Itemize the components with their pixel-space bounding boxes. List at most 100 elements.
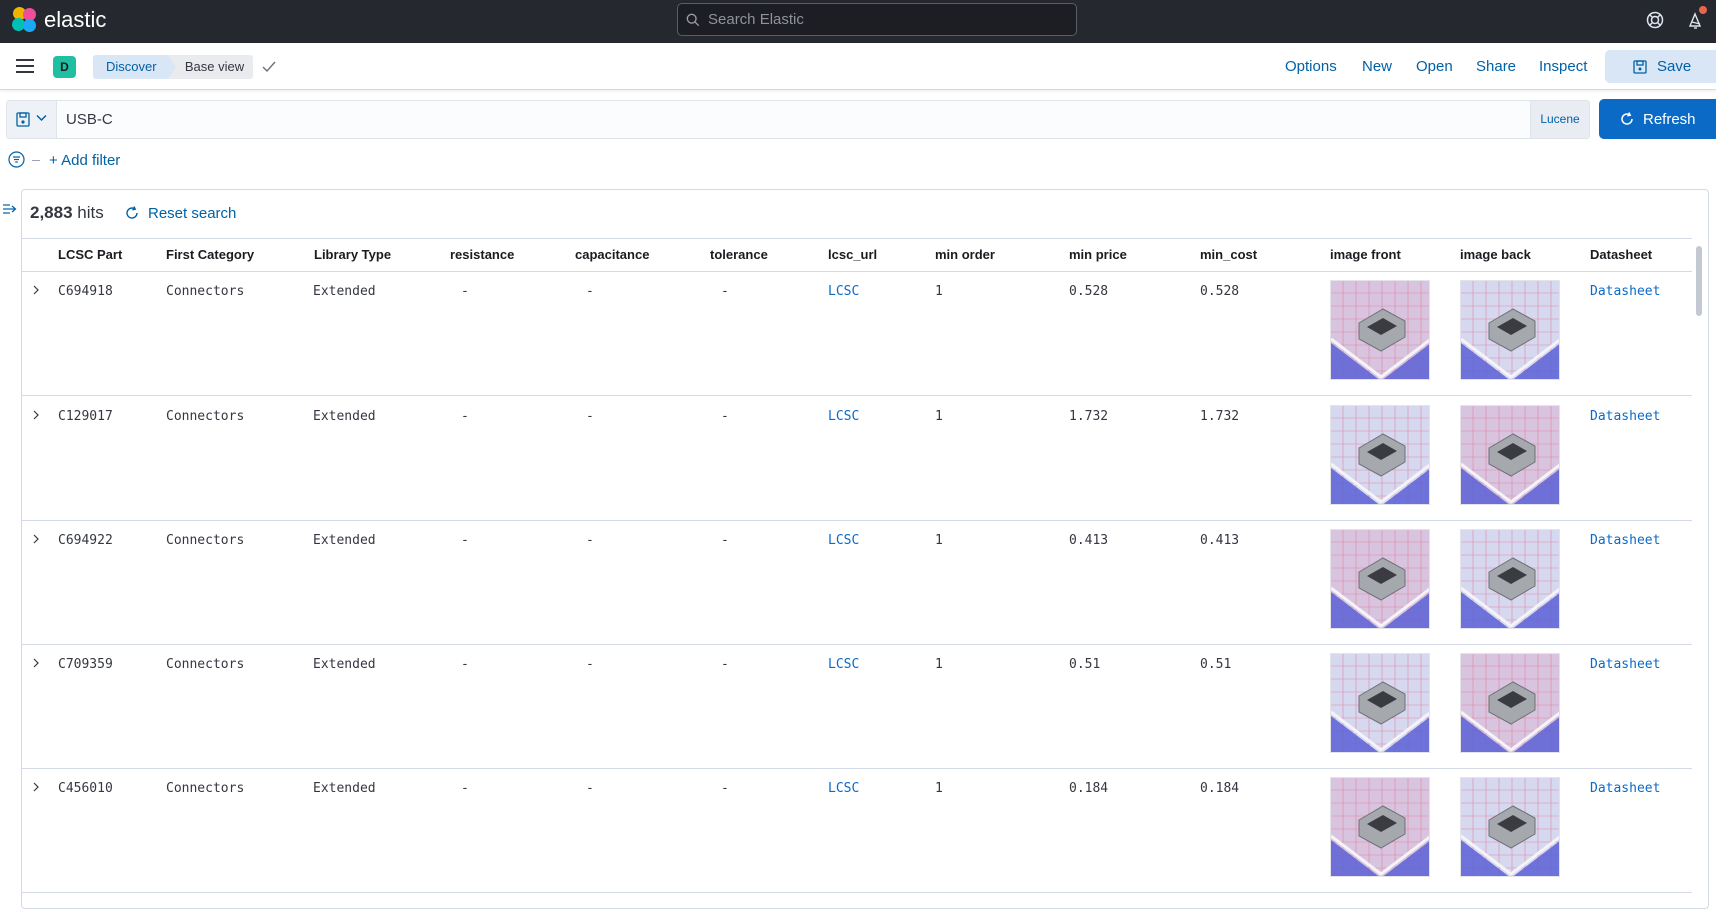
lcsc-part-cell: C694922: [58, 533, 113, 548]
app-bar: D Discover Base view Options New Open Sh…: [0, 43, 1716, 90]
header-min-cost[interactable]: min_cost: [1200, 247, 1257, 262]
min-cost-cell: 0.413: [1200, 533, 1240, 548]
expand-row-icon[interactable]: [32, 658, 40, 668]
header-image-front[interactable]: image front: [1330, 247, 1401, 262]
header-resistance[interactable]: resistance: [450, 247, 514, 262]
lcsc-url-link[interactable]: LCSC: [828, 284, 859, 299]
space-avatar[interactable]: D: [53, 56, 76, 78]
header-lcsc-part[interactable]: LCSC Part: [58, 247, 122, 262]
refresh-icon: [1621, 112, 1633, 125]
first-category-cell: Connectors: [166, 284, 245, 299]
tolerance-cell: -: [721, 657, 729, 672]
capacitance-cell: -: [586, 533, 594, 548]
global-search-input[interactable]: [708, 4, 1068, 35]
capacitance-cell: -: [586, 657, 594, 672]
min-cost-cell: 0.51: [1200, 657, 1232, 672]
resistance-cell: -: [461, 409, 469, 424]
capacitance-cell: -: [586, 284, 594, 299]
image-front-thumbnail[interactable]: [1330, 653, 1430, 753]
table-row: C694918 Connectors Extended - - - LCSC 1 0.528 0.…: [22, 272, 1692, 396]
tolerance-cell: -: [721, 533, 729, 548]
breadcrumb-discover[interactable]: Discover: [93, 55, 173, 79]
table-top-border: [22, 238, 1692, 239]
resistance-cell: -: [461, 781, 469, 796]
library-type-cell: Extended: [313, 781, 376, 796]
chevron-down-icon: [36, 114, 47, 122]
open-link[interactable]: Open: [1416, 58, 1453, 75]
datasheet-link[interactable]: Datasheet: [1590, 533, 1660, 548]
refresh-button[interactable]: Refresh: [1599, 99, 1716, 139]
expand-row-icon[interactable]: [32, 782, 40, 792]
lcsc-url-link[interactable]: LCSC: [828, 657, 859, 672]
min-price-cell: 0.184: [1069, 781, 1109, 796]
header-image-back[interactable]: image back: [1460, 247, 1531, 262]
image-back-thumbnail[interactable]: [1460, 529, 1560, 629]
menu-icon[interactable]: [16, 59, 34, 73]
image-front-thumbnail[interactable]: [1330, 777, 1430, 877]
search-icon: [686, 13, 700, 27]
min-cost-cell: 0.528: [1200, 284, 1240, 299]
image-back-thumbnail[interactable]: [1460, 777, 1560, 877]
image-back-thumbnail[interactable]: [1460, 405, 1560, 505]
image-back-thumbnail[interactable]: [1460, 280, 1560, 380]
datasheet-link[interactable]: Datasheet: [1590, 409, 1660, 424]
new-link[interactable]: New: [1362, 58, 1392, 75]
header-library-type[interactable]: Library Type: [314, 247, 391, 262]
expand-row-icon[interactable]: [32, 410, 40, 420]
datasheet-link[interactable]: Datasheet: [1590, 781, 1660, 796]
share-link[interactable]: Share: [1476, 58, 1516, 75]
lcsc-url-link[interactable]: LCSC: [828, 409, 859, 424]
min-order-cell: 1: [935, 781, 943, 796]
header-min-order[interactable]: min order: [935, 247, 995, 262]
lcsc-part-cell: C694918: [58, 284, 113, 299]
table-scrollbar[interactable]: [1696, 246, 1702, 316]
image-front-thumbnail[interactable]: [1330, 405, 1430, 505]
capacitance-cell: -: [586, 409, 594, 424]
check-icon[interactable]: [262, 61, 276, 73]
first-category-cell: Connectors: [166, 409, 245, 424]
hits-label: hits: [77, 203, 104, 222]
datasheet-link[interactable]: Datasheet: [1590, 657, 1660, 672]
resistance-cell: -: [461, 284, 469, 299]
datasheet-link[interactable]: Datasheet: [1590, 284, 1660, 299]
reset-search-link[interactable]: Reset search: [148, 205, 236, 222]
library-type-cell: Extended: [313, 533, 376, 548]
min-order-cell: 1: [935, 657, 943, 672]
saved-query-button[interactable]: [7, 101, 57, 138]
library-type-cell: Extended: [313, 409, 376, 424]
query-input[interactable]: USB-C: [66, 101, 1526, 138]
lcsc-url-link[interactable]: LCSC: [828, 533, 859, 548]
notification-badge: [1699, 6, 1707, 14]
header-min-price[interactable]: min price: [1069, 247, 1127, 262]
min-cost-cell: 0.184: [1200, 781, 1240, 796]
min-price-cell: 0.413: [1069, 533, 1109, 548]
min-order-cell: 1: [935, 284, 943, 299]
inspect-link[interactable]: Inspect: [1539, 58, 1587, 75]
elastic-logo[interactable]: elastic: [12, 7, 106, 33]
header-datasheet[interactable]: Datasheet: [1590, 247, 1652, 262]
lcsc-url-link[interactable]: LCSC: [828, 781, 859, 796]
global-search[interactable]: [677, 3, 1077, 36]
save-button[interactable]: Save: [1605, 50, 1716, 83]
header-tolerance[interactable]: tolerance: [710, 247, 768, 262]
image-back-thumbnail[interactable]: [1460, 653, 1560, 753]
add-filter-link[interactable]: + Add filter: [49, 152, 120, 169]
header-lcsc-url[interactable]: lcsc_url: [828, 247, 877, 262]
expand-row-icon[interactable]: [32, 534, 40, 544]
image-front-thumbnail[interactable]: [1330, 280, 1430, 380]
reset-icon: [126, 206, 138, 219]
library-type-cell: Extended: [313, 284, 376, 299]
sidebar-toggle-icon[interactable]: [2, 202, 18, 216]
lcsc-part-cell: C709359: [58, 657, 113, 672]
header-first-category[interactable]: First Category: [166, 247, 254, 262]
options-link[interactable]: Options: [1285, 58, 1337, 75]
lcsc-part-cell: C129017: [58, 409, 113, 424]
query-language-button[interactable]: Lucene: [1530, 101, 1589, 138]
saved-query-icon: [16, 112, 30, 127]
header-capacitance[interactable]: capacitance: [575, 247, 649, 262]
help-icon[interactable]: [1646, 11, 1664, 29]
expand-row-icon[interactable]: [32, 285, 40, 295]
filter-options-icon[interactable]: [8, 151, 25, 168]
image-front-thumbnail[interactable]: [1330, 529, 1430, 629]
resistance-cell: -: [461, 533, 469, 548]
